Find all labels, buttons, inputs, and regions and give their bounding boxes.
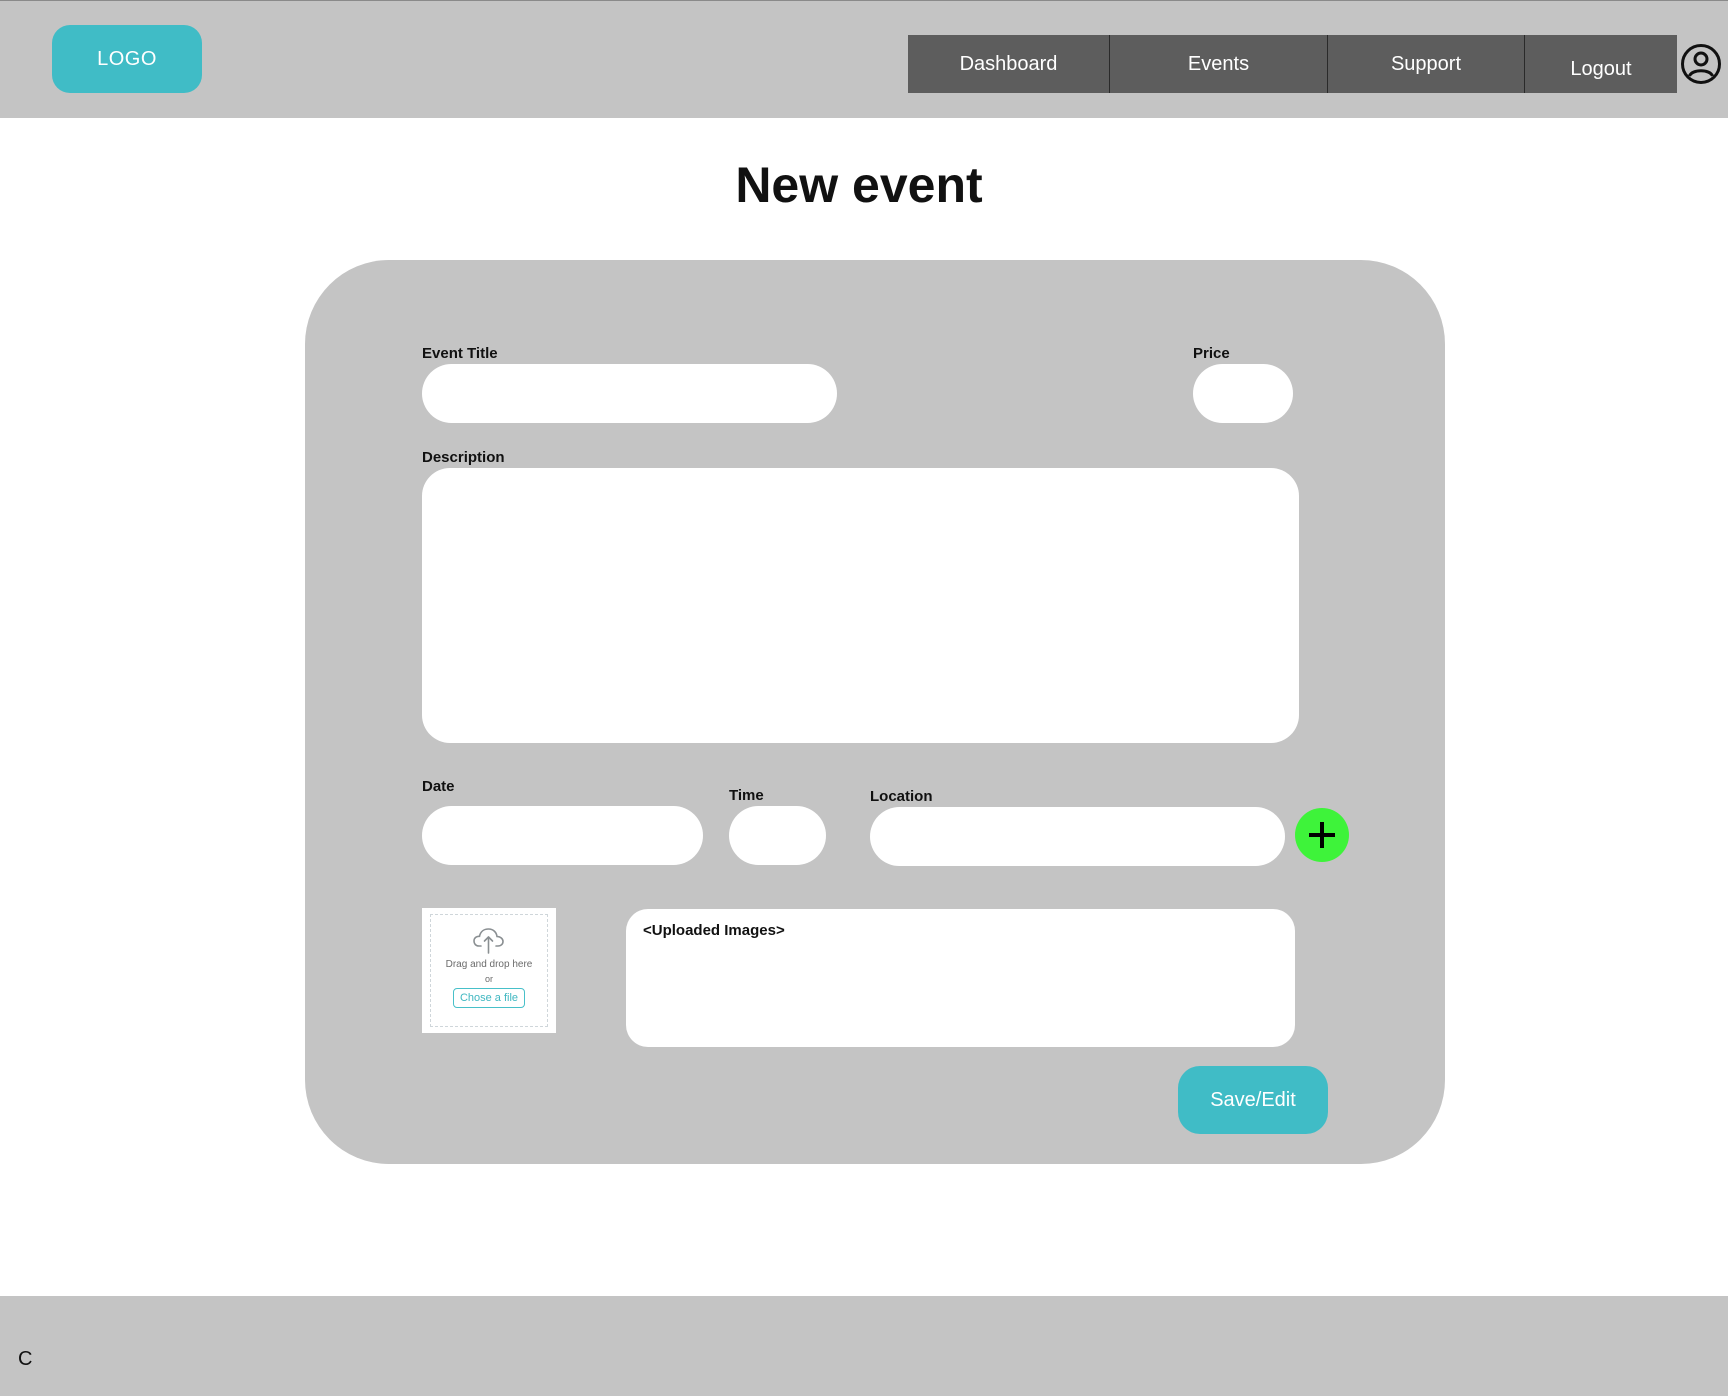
event-title-input[interactable] [422, 364, 837, 423]
time-input[interactable] [729, 806, 826, 865]
uploaded-images-placeholder: <Uploaded Images> [643, 922, 785, 939]
logo-label: LOGO [97, 47, 157, 70]
nav-events[interactable]: Events [1110, 35, 1328, 93]
date-input[interactable] [422, 806, 703, 865]
page-title: New event [735, 157, 983, 213]
logo-button[interactable]: LOGO [52, 25, 202, 93]
price-label: Price [1193, 345, 1230, 362]
file-upload-dropzone[interactable]: Drag and drop here or Chose a file [422, 908, 556, 1033]
save-edit-button[interactable]: Save/Edit [1178, 1066, 1328, 1134]
location-label: Location [870, 788, 933, 805]
time-label: Time [729, 787, 764, 804]
cloud-upload-icon [473, 928, 504, 954]
choose-file-button[interactable]: Chose a file [452, 988, 526, 1008]
main-nav: Dashboard Events Support Logout [908, 35, 1677, 93]
user-circle-icon[interactable] [1680, 43, 1722, 85]
event-title-label: Event Title [422, 345, 498, 362]
uploaded-images-area: <Uploaded Images> [626, 909, 1295, 1047]
dropzone-hint: Drag and drop here [445, 959, 533, 970]
event-form-card: Event Title Price Description Date Time … [305, 260, 1445, 1164]
dropzone-or: or [484, 974, 493, 984]
footer-text: C [18, 1348, 33, 1370]
nav-support[interactable]: Support [1328, 35, 1525, 93]
nav-dashboard[interactable]: Dashboard [908, 35, 1110, 93]
location-input[interactable] [870, 807, 1285, 866]
add-location-button[interactable] [1295, 808, 1349, 862]
dropzone-inner: Drag and drop here or Chose a file [430, 914, 548, 1027]
save-edit-label: Save/Edit [1210, 1088, 1296, 1111]
date-label: Date [422, 778, 455, 795]
header-bar: LOGO Dashboard Events Support Logout [0, 0, 1728, 118]
description-label: Description [422, 449, 505, 466]
nav-logout[interactable]: Logout [1525, 35, 1677, 93]
price-input[interactable] [1193, 364, 1293, 423]
description-textarea[interactable] [422, 468, 1299, 743]
plus-icon [1309, 822, 1335, 848]
footer-bar: C [0, 1296, 1728, 1396]
